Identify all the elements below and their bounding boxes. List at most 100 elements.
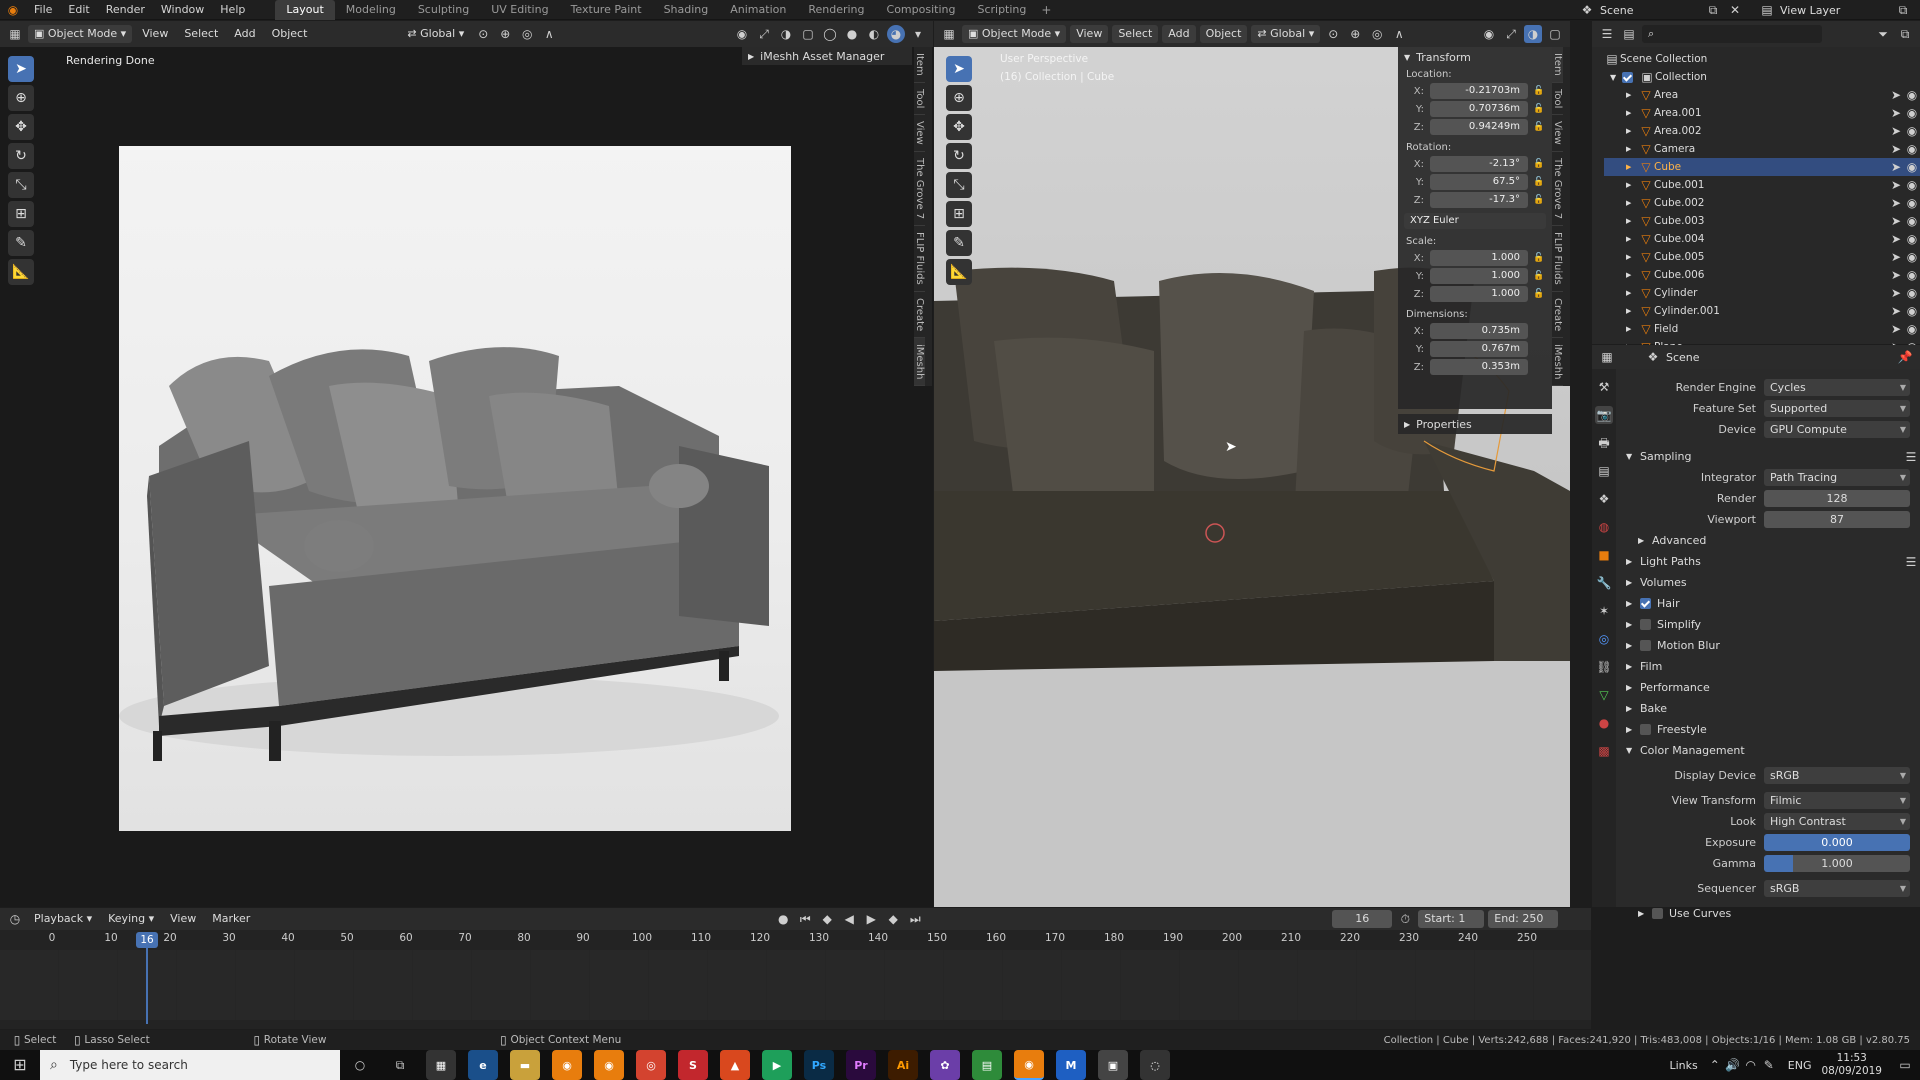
pivot-icon[interactable]: ⊙ (474, 25, 492, 43)
tab-uv-editing[interactable]: UV Editing (480, 0, 559, 20)
menu-file[interactable]: File (26, 0, 60, 20)
viewport-menu-select[interactable]: Select (1112, 25, 1159, 43)
viewport-vtab-item[interactable]: Item (1552, 47, 1563, 83)
jump-end-icon[interactable]: ⏭ (906, 910, 924, 928)
simplify-panel-header[interactable]: ▶ Simplify (1616, 614, 1920, 635)
blender-app-2-icon[interactable]: ◉ (594, 1050, 624, 1080)
stopwatch-icon[interactable]: ⏱ (1396, 910, 1414, 928)
playhead-line[interactable] (146, 936, 148, 1024)
eye-icon[interactable]: ◉ (1904, 284, 1920, 302)
viewport-falloff-icon[interactable]: ∧ (1390, 25, 1408, 43)
collection-row[interactable]: ▼ ▣ Collection (1604, 68, 1920, 86)
copy-scene-icon[interactable]: ⧉ (1704, 1, 1722, 19)
prev-key-icon[interactable]: ◆ (818, 910, 836, 928)
notification-icon[interactable]: ▭ (1890, 1056, 1920, 1074)
outliner-item[interactable]: ▶ ▽ Area.002 ➤ ◉ (1604, 122, 1920, 140)
expand-icon[interactable]: ▶ (1626, 163, 1638, 171)
app-red-icon[interactable]: S (678, 1050, 708, 1080)
world-tab-icon[interactable]: ◍ (1595, 518, 1613, 536)
volume-icon[interactable]: 🔊 (1724, 1056, 1742, 1074)
vtab-imeshh[interactable]: iMeshh (914, 338, 925, 387)
render-tab-icon[interactable]: 📷 (1595, 406, 1613, 424)
asset-manager-panel[interactable]: ▶ iMeshh Asset Manager (742, 47, 912, 65)
outliner-search-input[interactable]: ⌕ (1642, 25, 1822, 43)
tool-tab-icon[interactable]: ⚒ (1595, 378, 1613, 396)
lock-icon[interactable]: 🔓 (1532, 104, 1546, 114)
hair-checkbox[interactable] (1640, 598, 1651, 609)
outliner-item[interactable]: ▶ ▽ Cylinder ➤ ◉ (1604, 284, 1920, 302)
rotate-tool-icon[interactable]: ↻ (8, 143, 34, 169)
light-paths-panel-header[interactable]: ▶ Light Paths ☰ (1616, 551, 1920, 572)
file-explorer-icon[interactable]: ▬ (510, 1050, 540, 1080)
view-transform-select[interactable]: Filmic ▼ (1764, 792, 1910, 809)
list-icon[interactable]: ☰ (1902, 448, 1920, 466)
lock-icon[interactable]: 🔓 (1532, 253, 1546, 263)
left-mode-select[interactable]: ▣ Object Mode ▾ (28, 25, 133, 43)
timeline-type-icon[interactable]: ◷ (6, 910, 24, 928)
collapse-icon[interactable]: ▼ (1610, 73, 1622, 82)
data-tab-icon[interactable]: ▽ (1595, 686, 1613, 704)
viewport-snap-icon[interactable]: ⊕ (1346, 25, 1364, 43)
app-circle-icon[interactable]: ◌ (1140, 1050, 1170, 1080)
select-arrow-icon[interactable]: ➤ (1888, 104, 1904, 122)
photos-icon[interactable]: ▣ (1098, 1050, 1128, 1080)
taskbar-search-box[interactable]: ⌕ Type here to search (40, 1050, 340, 1080)
performance-panel-header[interactable]: ▶ Performance (1616, 677, 1920, 698)
film-panel-header[interactable]: ▶ Film (1616, 656, 1920, 677)
viewport-vtab-create[interactable]: Create (1552, 292, 1563, 339)
shading-rendered-icon[interactable]: ◕ (887, 25, 905, 43)
windows-start-icon[interactable]: ⊞ (0, 1056, 40, 1074)
timeline-menu-view[interactable]: View (164, 910, 202, 928)
expand-icon[interactable]: ▶ (1626, 235, 1638, 243)
expand-icon[interactable]: ▶ (1626, 325, 1638, 333)
annotate-tool-icon[interactable]: ✎ (8, 230, 34, 256)
motion-blur-panel-header[interactable]: ▶ Motion Blur (1616, 635, 1920, 656)
select-arrow-icon[interactable]: ➤ (1888, 320, 1904, 338)
rotation-z-field[interactable]: -17.3° (1430, 192, 1528, 208)
scene-collection-row[interactable]: ▤ Scene Collection (1604, 50, 1920, 68)
viewport-rotate-tool-icon[interactable]: ↻ (946, 143, 972, 169)
viewport-menu-object[interactable]: Object (1199, 25, 1248, 43)
eye-icon[interactable]: ◉ (1904, 176, 1920, 194)
tab-compositing[interactable]: Compositing (876, 0, 967, 20)
view-icon[interactable]: ◉ (733, 25, 751, 43)
menu-edit[interactable]: Edit (60, 0, 97, 20)
select-arrow-icon[interactable]: ➤ (1888, 248, 1904, 266)
lock-icon[interactable]: 🔓 (1532, 122, 1546, 132)
tab-sculpting[interactable]: Sculpting (407, 0, 480, 20)
sequencer-select[interactable]: sRGB ▼ (1764, 880, 1910, 897)
app-orange-icon[interactable]: ▲ (720, 1050, 750, 1080)
expand-icon[interactable]: ▶ (1626, 271, 1638, 279)
eye-icon[interactable]: ◉ (1904, 158, 1920, 176)
view-layer-name[interactable]: View Layer (1780, 4, 1890, 17)
blender-active-icon[interactable]: ◉ (1014, 1050, 1044, 1080)
viewport-annotate-tool-icon[interactable]: ✎ (946, 230, 972, 256)
eye-icon[interactable]: ◉ (1904, 104, 1920, 122)
dimensions-y-field[interactable]: 0.767m (1430, 341, 1528, 357)
blender-app-icon[interactable]: ◉ (552, 1050, 582, 1080)
modifier-tab-icon[interactable]: 🔧 (1595, 574, 1613, 592)
filter-icon[interactable]: ⏷ (1874, 25, 1892, 43)
outliner-item[interactable]: ▶ ▽ Cube.003 ➤ ◉ (1604, 212, 1920, 230)
freestyle-panel-header[interactable]: ▶ Freestyle (1616, 719, 1920, 740)
app-blue-m-icon[interactable]: M (1056, 1050, 1086, 1080)
timeline-menu-marker[interactable]: Marker (206, 910, 256, 928)
vtab-flip[interactable]: FLIP Fluids (914, 226, 925, 292)
render-engine-select[interactable]: Cycles ▼ (1764, 379, 1910, 396)
taskbar-clock[interactable]: 11:53 08/09/2019 (1821, 1052, 1882, 1078)
outliner-item[interactable]: ▶ ▽ Cube.006 ➤ ◉ (1604, 266, 1920, 284)
viewport-visibility-icon[interactable]: ◉ (1480, 25, 1498, 43)
add-workspace-icon[interactable]: + (1037, 1, 1055, 19)
overlay-icon[interactable]: ◑ (777, 25, 795, 43)
calculator-icon[interactable]: ▦ (426, 1050, 456, 1080)
editor-type-icon[interactable]: ▦ (6, 25, 24, 43)
texture-tab-icon[interactable]: ▩ (1595, 742, 1613, 760)
move-tool-icon[interactable]: ✥ (8, 114, 34, 140)
media-player-icon[interactable]: ▶ (762, 1050, 792, 1080)
expand-icon[interactable]: ▶ (1626, 109, 1638, 117)
outliner-item[interactable]: ▶ ▽ Cube.004 ➤ ◉ (1604, 230, 1920, 248)
left-menu-select[interactable]: Select (178, 25, 224, 43)
use-curves-panel-header[interactable]: ▶ Use Curves (1616, 903, 1920, 924)
render-samples-field[interactable]: 128 (1764, 490, 1910, 507)
select-arrow-icon[interactable]: ➤ (1888, 266, 1904, 284)
